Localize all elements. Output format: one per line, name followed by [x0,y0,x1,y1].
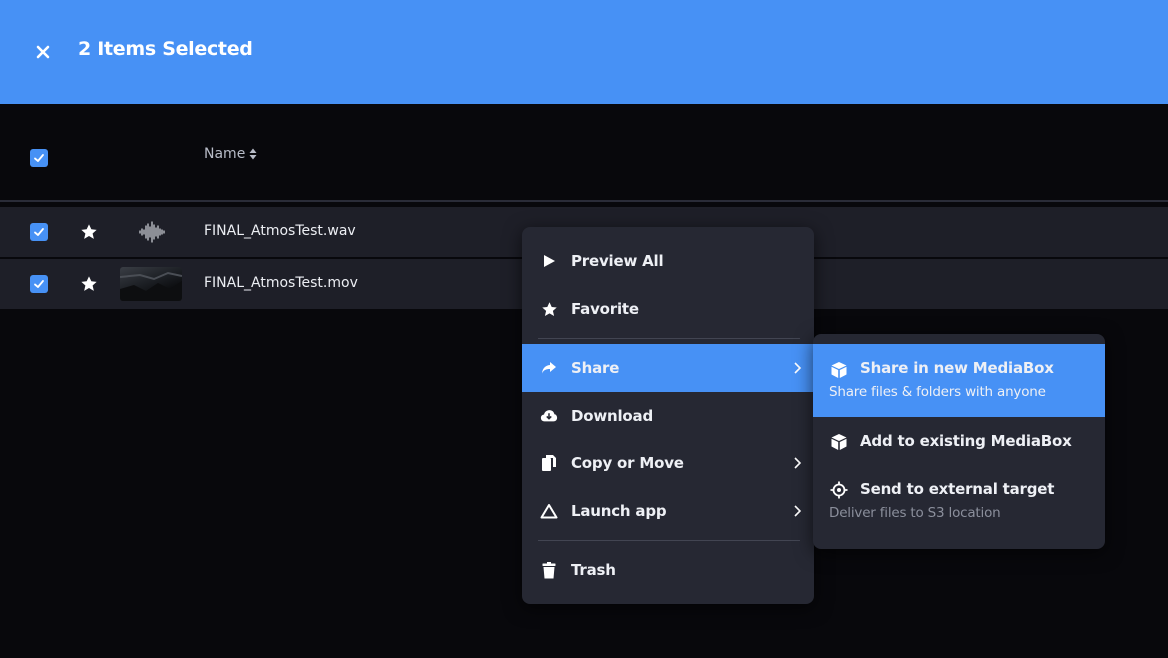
close-icon[interactable] [33,42,53,62]
menu-item-label: Share [571,359,620,377]
submenu-item-description: Deliver files to S3 location [829,505,1001,521]
menu-item-favorite[interactable]: Favorite [522,285,814,333]
submenu-item-label: Share in new MediaBox [860,359,1054,377]
selection-title: 2 Items Selected [78,38,253,60]
row-checkbox[interactable] [30,223,48,241]
play-icon [540,252,558,270]
name-column-header[interactable]: Name [204,146,257,162]
copy-icon [540,454,558,472]
name-column-label: Name [204,146,246,162]
menu-item-label: Preview All [571,252,664,270]
submenu-item-add-existing-mediabox[interactable]: Add to existing MediaBox [813,423,1105,463]
audio-waveform-icon [139,221,165,243]
header-divider [0,200,1168,202]
menu-item-label: Trash [571,561,616,579]
sort-icon [249,148,257,160]
selection-bar: 2 Items Selected [0,0,1168,104]
check-icon [34,280,44,288]
share-submenu: Share in new MediaBox Share files & fold… [813,334,1105,549]
menu-divider [538,540,800,541]
menu-item-preview-all[interactable]: Preview All [522,237,814,285]
row-checkbox[interactable] [30,275,48,293]
box-icon [831,434,847,450]
table-header: Name [0,104,1168,200]
trash-icon [540,561,558,579]
box-icon [831,362,847,378]
launch-app-icon [540,502,558,520]
menu-item-download[interactable]: Download [522,392,814,440]
menu-item-share[interactable]: Share [522,344,814,392]
check-icon [34,154,44,162]
menu-item-label: Copy or Move [571,454,684,472]
select-all-checkbox[interactable] [30,149,48,167]
submenu-item-send-external-target[interactable]: Send to external target Deliver files to… [813,471,1105,533]
star-icon [540,300,558,318]
chevron-right-icon [794,505,802,517]
submenu-item-share-new-mediabox[interactable]: Share in new MediaBox Share files & fold… [813,344,1105,417]
submenu-item-label: Send to external target [860,480,1055,498]
menu-divider [538,338,800,339]
star-icon[interactable] [80,223,98,241]
target-icon [830,481,848,499]
file-name[interactable]: FINAL_AtmosTest.wav [204,223,356,239]
submenu-item-label: Add to existing MediaBox [860,432,1072,450]
chevron-right-icon [794,457,802,469]
menu-item-label: Download [571,407,653,425]
cloud-download-icon [540,407,558,425]
menu-item-copy-or-move[interactable]: Copy or Move [522,439,814,487]
share-icon [540,359,558,377]
file-name[interactable]: FINAL_AtmosTest.mov [204,275,358,291]
video-thumbnail-image [120,271,182,301]
menu-item-launch-app[interactable]: Launch app [522,487,814,535]
context-menu: Preview All Favorite Share Download Copy… [522,227,814,604]
menu-item-label: Launch app [571,502,667,520]
submenu-item-description: Share files & folders with anyone [829,384,1046,400]
video-thumbnail [120,267,182,301]
star-icon[interactable] [80,275,98,293]
menu-item-label: Favorite [571,300,639,318]
menu-item-trash[interactable]: Trash [522,546,814,594]
check-icon [34,228,44,236]
chevron-right-icon [794,362,802,374]
